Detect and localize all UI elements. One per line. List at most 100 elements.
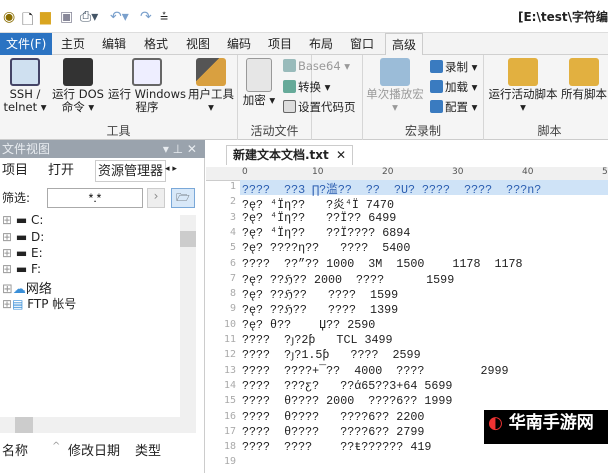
line-number: 17 bbox=[223, 425, 236, 437]
line-number: 1 bbox=[229, 181, 236, 192]
ftp-icon: ▤ bbox=[12, 297, 24, 311]
filter-input[interactable] bbox=[47, 188, 143, 208]
column-modified[interactable]: 修改日期 bbox=[68, 440, 120, 459]
load-icon bbox=[430, 80, 443, 93]
code-line[interactable]: ???? θ???? 2000 ????6?? 1999 bbox=[242, 394, 452, 408]
menu-format[interactable]: 格式 bbox=[138, 33, 174, 55]
cmd-icon bbox=[63, 58, 93, 86]
run-script-button[interactable]: 运行活动脚本 ▾ bbox=[487, 58, 559, 114]
horizontal-scrollbar[interactable] bbox=[0, 417, 196, 433]
tab-open[interactable]: 打开 bbox=[48, 160, 74, 182]
scrollbar-thumb[interactable] bbox=[180, 231, 196, 247]
title-bar: ◉ 🗋 ▆ ▣ ⎙▾ ↶▾ ↷ ⩮ [E:\test\字符编 bbox=[0, 0, 608, 33]
scrollbar-thumb[interactable] bbox=[15, 417, 33, 433]
macro-play-icon bbox=[380, 58, 410, 86]
line-number: 11 bbox=[223, 334, 236, 345]
code-line[interactable]: ?ę? ??ℌ?? ???? 1599 bbox=[242, 287, 398, 302]
menu-file[interactable]: 文件(F) bbox=[0, 33, 53, 55]
line-number: 9 bbox=[229, 303, 236, 315]
menu-edit[interactable]: 编辑 bbox=[96, 33, 132, 55]
menu-window[interactable]: 窗口 bbox=[344, 33, 380, 55]
line-number: 13 bbox=[223, 364, 236, 376]
column-name[interactable]: 名称 bbox=[2, 440, 28, 459]
tab-explorer[interactable]: 资源管理器 bbox=[95, 160, 167, 182]
config-macro-button[interactable]: 配置 ▾ bbox=[430, 99, 477, 115]
line-number: 7 bbox=[229, 272, 236, 284]
code-line[interactable]: ?ę? ????η?? ???? 5400 bbox=[242, 241, 410, 255]
tab-scroll-arrows[interactable]: ◂ ▸ bbox=[165, 164, 177, 174]
code-line[interactable]: ???? ????+¯?? 4000 ???? 2999 bbox=[242, 364, 509, 378]
code-line[interactable]: ???? θ???? ????6?? 2200 bbox=[242, 410, 424, 424]
play-macro-button[interactable]: 单次播放宏 ▾ bbox=[365, 58, 425, 114]
group-label: 工具 bbox=[106, 124, 131, 138]
run-windows-button[interactable]: 运行 Windows 程序 bbox=[108, 58, 186, 114]
script-run-icon bbox=[508, 58, 538, 86]
line-number: 2 bbox=[229, 196, 236, 208]
tree-item-d[interactable]: ⊞ ▬ D: bbox=[2, 230, 44, 244]
group-label: 活动文件 bbox=[250, 124, 299, 138]
menu-project[interactable]: 项目 bbox=[262, 33, 298, 55]
save-icon[interactable]: ▣ bbox=[60, 9, 73, 25]
window-title: [E:\test\字符编 bbox=[517, 10, 608, 24]
set-codepage-button[interactable]: 设置代码页 bbox=[283, 99, 356, 115]
line-number: 8 bbox=[229, 288, 236, 300]
code-line[interactable]: ???? ?ȷ?2ƥ TCL 3499 bbox=[242, 333, 393, 347]
close-tab-icon[interactable]: ✕ bbox=[336, 146, 346, 165]
menu-view[interactable]: 视图 bbox=[180, 33, 216, 55]
tab-project[interactable]: 项目 bbox=[2, 160, 28, 182]
redo-icon[interactable]: ↷ bbox=[140, 9, 152, 25]
code-line[interactable]: ???? ???? ??ŧ?????? 419 bbox=[242, 440, 431, 454]
group-label: 宏录制 bbox=[404, 124, 441, 138]
undo-icon[interactable]: ↶▾ bbox=[110, 9, 129, 25]
code-line[interactable]: ???? ?ȷ?1.5ƥ ???? 2599 bbox=[242, 348, 421, 362]
line-number: 5 bbox=[229, 242, 236, 254]
all-scripts-button[interactable]: 所有脚本 bbox=[559, 58, 608, 101]
record-macro-button[interactable]: 录制 ▾ bbox=[430, 59, 477, 75]
code-line[interactable]: ???? θ???? ????6?? 2799 bbox=[242, 425, 424, 439]
user-tools-button[interactable]: 用户工具 ▾ bbox=[186, 58, 236, 114]
code-line[interactable]: ?ę? ⁴Ïη?? ??Ï???? 6894 bbox=[242, 226, 410, 240]
column-type[interactable]: 类型 bbox=[135, 440, 161, 459]
browse-folder-icon[interactable]: 🗁 bbox=[171, 188, 195, 208]
code-line[interactable]: ?ę? ??ℌ?? 2000 ???? 1599 bbox=[242, 272, 454, 287]
menu-bar: 文件(F) 主页 编辑 格式 视图 编码 项目 布局 窗口 高级 bbox=[0, 33, 608, 55]
code-line[interactable]: ???? ???ƹ? ??ά65??3+64 5699 bbox=[242, 379, 452, 393]
panel-controls-icon[interactable]: ▾ ⊥ ✕ bbox=[163, 140, 197, 158]
code-line[interactable]: ?ę? ⁴Ïη?? ??Ï?? 6499 bbox=[242, 211, 396, 225]
code-line[interactable]: ?ę? θ?? Џ?? 2590 bbox=[242, 318, 375, 332]
filter-label: 筛选: bbox=[2, 191, 31, 205]
line-number: 19 bbox=[223, 456, 236, 468]
line-number: 3 bbox=[229, 211, 236, 223]
tree-item-e[interactable]: ⊞ ▬ E: bbox=[2, 246, 43, 260]
tree-item-f[interactable]: ⊞ ▬ F: bbox=[2, 262, 41, 276]
encrypt-button[interactable]: 加密 ▾ bbox=[242, 58, 276, 107]
line-number: 14 bbox=[223, 379, 236, 391]
group-label: 脚本 bbox=[537, 124, 562, 138]
config-icon bbox=[430, 100, 443, 113]
load-macro-button[interactable]: 加载 ▾ bbox=[430, 79, 477, 95]
code-line[interactable]: ???? ??”?? 1000 3M 1500 1178 1178 bbox=[242, 257, 523, 271]
code-line[interactable]: ?ę? ??ℌ?? ???? 1399 bbox=[242, 302, 398, 317]
customize-icon[interactable]: ⩮ bbox=[160, 9, 168, 25]
menu-home[interactable]: 主页 bbox=[55, 33, 91, 55]
convert-button[interactable]: 转换 ▾ bbox=[283, 79, 330, 95]
menu-advanced[interactable]: 高级 bbox=[385, 33, 424, 55]
print-icon[interactable]: ⎙▾ bbox=[80, 9, 98, 25]
menu-layout[interactable]: 布局 bbox=[303, 33, 339, 55]
terminal-icon bbox=[10, 58, 40, 86]
new-file-icon[interactable]: 🗋 bbox=[22, 9, 33, 33]
tab-file[interactable]: 新建文本文档.txt ✕ bbox=[226, 145, 353, 165]
file-view-panel: 文件视图 ▾ ⊥ ✕ 项目 打开 资源管理器 ◂ ▸ 筛选: › 🗁 ⊞ ▬ C… bbox=[0, 140, 205, 473]
filter-apply-button[interactable]: › bbox=[147, 188, 165, 208]
base64-button[interactable]: Base64 ▾ bbox=[283, 59, 350, 73]
tree-item-ftp[interactable]: ⊞▤ FTP 帐号 bbox=[2, 295, 76, 312]
open-folder-icon[interactable]: ▆ bbox=[40, 9, 51, 25]
line-number: 4 bbox=[229, 226, 236, 238]
ribbon: SSH / telnet ▾ 运行 DOS 命令 ▾ 运行 Windows 程序… bbox=[0, 55, 608, 140]
tree-item-c[interactable]: ⊞ ▬ C: bbox=[2, 213, 43, 227]
menu-encoding[interactable]: 编码 bbox=[221, 33, 257, 55]
run-dos-button[interactable]: 运行 DOS 命令 ▾ bbox=[52, 58, 104, 114]
script-list-icon bbox=[569, 58, 599, 86]
ssh-telnet-button[interactable]: SSH / telnet ▾ bbox=[2, 58, 48, 114]
vertical-scrollbar[interactable] bbox=[180, 215, 196, 417]
